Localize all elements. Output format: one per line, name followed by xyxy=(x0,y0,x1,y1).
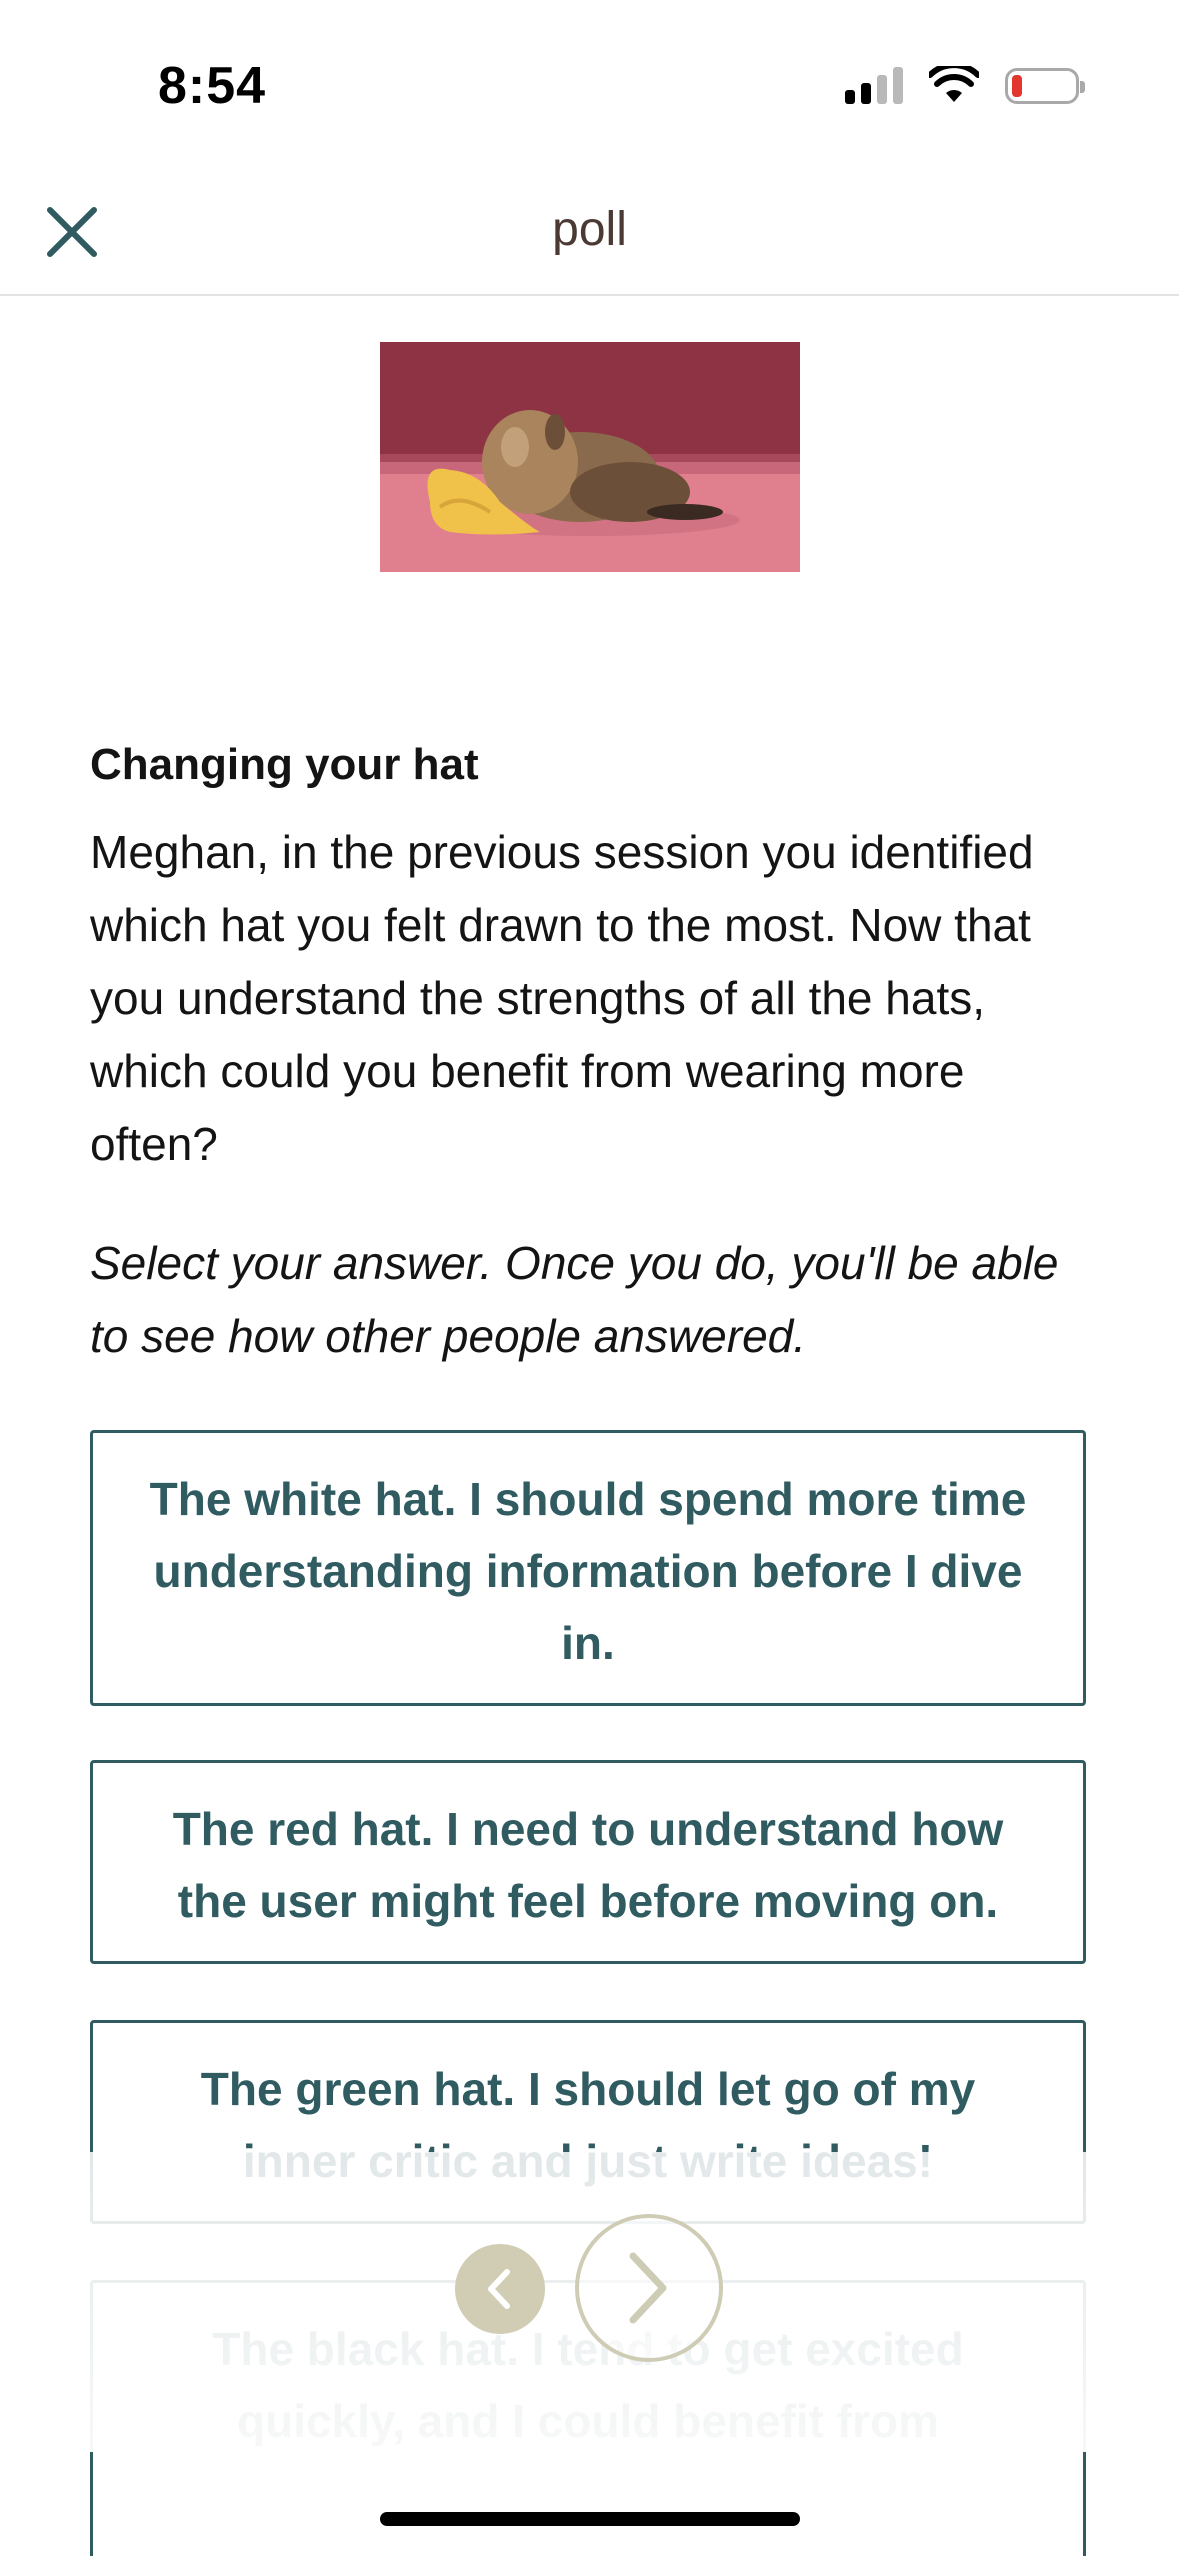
previous-button[interactable] xyxy=(455,2244,545,2334)
battery-level xyxy=(1012,75,1022,97)
status-icons xyxy=(845,66,1085,104)
page-title: poll xyxy=(552,203,627,256)
question-title: Changing your hat xyxy=(90,740,479,789)
answer-option-red-hat[interactable]: The red hat. I need to understand how th… xyxy=(90,1760,1086,1964)
question-body: Meghan, in the previous session you iden… xyxy=(90,826,1034,1170)
wifi-icon xyxy=(929,66,979,102)
next-button[interactable] xyxy=(575,2214,723,2362)
header-bar: poll xyxy=(0,170,1179,296)
home-indicator xyxy=(380,2512,800,2526)
question-section: Changing your hat Meghan, in the previou… xyxy=(90,740,1090,1373)
puppy-image xyxy=(380,342,800,572)
status-time: 8:54 xyxy=(158,57,267,115)
hero-image xyxy=(380,342,800,572)
question-instruction: Select your answer. Once you do, you'll … xyxy=(90,1237,1059,1362)
poll-screen: 8:54 poll Changing your hat Meghan, in t… xyxy=(0,0,1179,2556)
cellular-signal-icon xyxy=(845,66,903,104)
battery-icon xyxy=(1005,68,1085,104)
chevron-right-icon xyxy=(629,2252,667,2324)
answer-option-white-hat[interactable]: The white hat. I should spend more time … xyxy=(90,1430,1086,1706)
chevron-left-icon xyxy=(488,2269,510,2309)
